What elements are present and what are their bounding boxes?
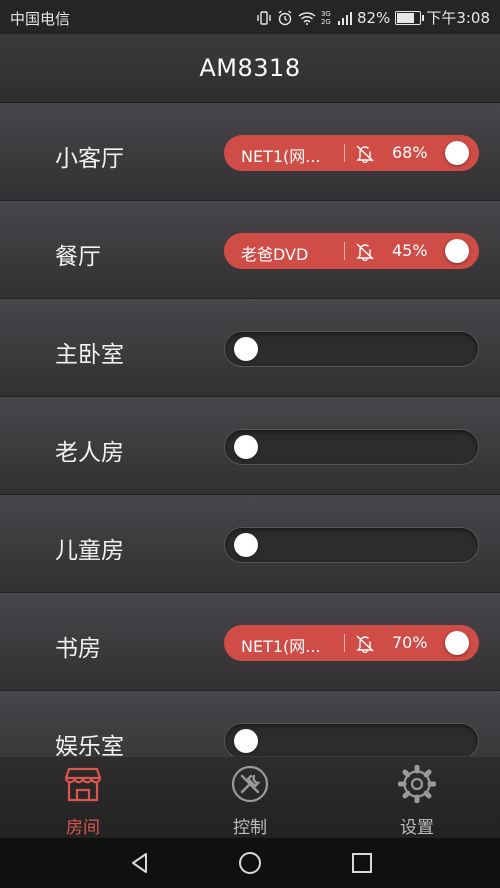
room-name: 娱乐室 [55, 734, 124, 756]
tab-label: 房间 [66, 818, 100, 838]
toggle-knob[interactable] [234, 337, 258, 361]
tab-rooms[interactable]: 房间 [23, 757, 143, 839]
signal-icon [337, 11, 352, 25]
network-type-badge: 3G 2G [320, 9, 331, 26]
recents-icon[interactable] [350, 851, 374, 875]
battery-level-fill [397, 12, 414, 23]
room-name: 书房 [55, 636, 101, 662]
pill-divider [344, 144, 345, 162]
audio-source-label[interactable]: NET1(网... [241, 143, 321, 167]
app-header: AM8318 [0, 34, 500, 103]
room-name: 老人房 [55, 440, 124, 466]
tab-control[interactable]: 控制 [190, 757, 310, 839]
room-row[interactable]: 娱乐室 [0, 691, 500, 756]
toggle-knob[interactable] [234, 729, 258, 753]
mute-bell-icon[interactable] [354, 241, 376, 265]
room-row[interactable]: 主卧室 [0, 299, 500, 397]
wifi-icon [298, 11, 316, 25]
pill-divider [344, 634, 345, 652]
toggle-knob[interactable] [445, 141, 469, 165]
gear-icon [397, 764, 437, 804]
room-power-toggle[interactable] [224, 527, 479, 563]
room-row[interactable]: 老人房 [0, 397, 500, 495]
room-row[interactable]: 餐厅 老爸DVD 45% [0, 201, 500, 299]
status-bar: 中国电信 3G 2G 82% 下午3:08 [0, 0, 500, 34]
clock: 下午3:08 [426, 9, 490, 27]
volume-level: 70% [392, 633, 428, 652]
tab-label: 设置 [400, 818, 434, 838]
room-list[interactable]: 小客厅 NET1(网... 68% 餐厅 老爸DVD 45% 主卧室老人房儿童房书房 NET1… [0, 103, 500, 756]
audio-source-label[interactable]: 老爸DVD [241, 241, 308, 265]
pill-divider [344, 242, 345, 260]
room-power-toggle[interactable]: NET1(网... 68% [224, 135, 479, 171]
back-icon[interactable] [128, 851, 152, 875]
audio-source-label[interactable]: NET1(网... [241, 633, 321, 657]
room-row[interactable]: 小客厅 NET1(网... 68% [0, 103, 500, 201]
tools-icon [231, 765, 269, 803]
room-row[interactable]: 书房 NET1(网... 70% [0, 593, 500, 691]
mute-bell-icon[interactable] [354, 633, 376, 657]
volume-level: 68% [392, 143, 428, 162]
volume-level: 45% [392, 241, 428, 260]
room-name: 儿童房 [55, 538, 124, 564]
room-name: 餐厅 [55, 244, 101, 270]
alarm-icon [277, 9, 293, 26]
toggle-knob[interactable] [445, 631, 469, 655]
room-store-icon [64, 765, 102, 803]
room-power-toggle[interactable]: NET1(网... 70% [224, 625, 479, 661]
toggle-knob[interactable] [234, 533, 258, 557]
home-icon[interactable] [238, 851, 262, 875]
tab-label: 控制 [233, 818, 267, 838]
room-name: 小客厅 [55, 146, 124, 172]
room-row[interactable]: 儿童房 [0, 495, 500, 593]
room-name: 主卧室 [55, 342, 124, 368]
battery-percent: 82% [356, 8, 391, 27]
room-power-toggle[interactable]: 老爸DVD 45% [224, 233, 479, 269]
toggle-knob[interactable] [445, 239, 469, 263]
room-power-toggle[interactable] [224, 429, 479, 465]
tab-settings[interactable]: 设置 [357, 757, 477, 839]
room-power-toggle[interactable] [224, 723, 479, 756]
bottom-tab-bar: 房间 控制 设置 [0, 756, 500, 839]
mute-bell-icon[interactable] [354, 143, 376, 167]
page-title: AM8318 [199, 54, 301, 82]
vibrate-icon [256, 10, 272, 26]
system-nav-bar [0, 838, 500, 888]
toggle-knob[interactable] [234, 435, 258, 459]
room-power-toggle[interactable] [224, 331, 479, 367]
carrier-label: 中国电信 [10, 10, 71, 28]
battery-icon [395, 10, 425, 25]
